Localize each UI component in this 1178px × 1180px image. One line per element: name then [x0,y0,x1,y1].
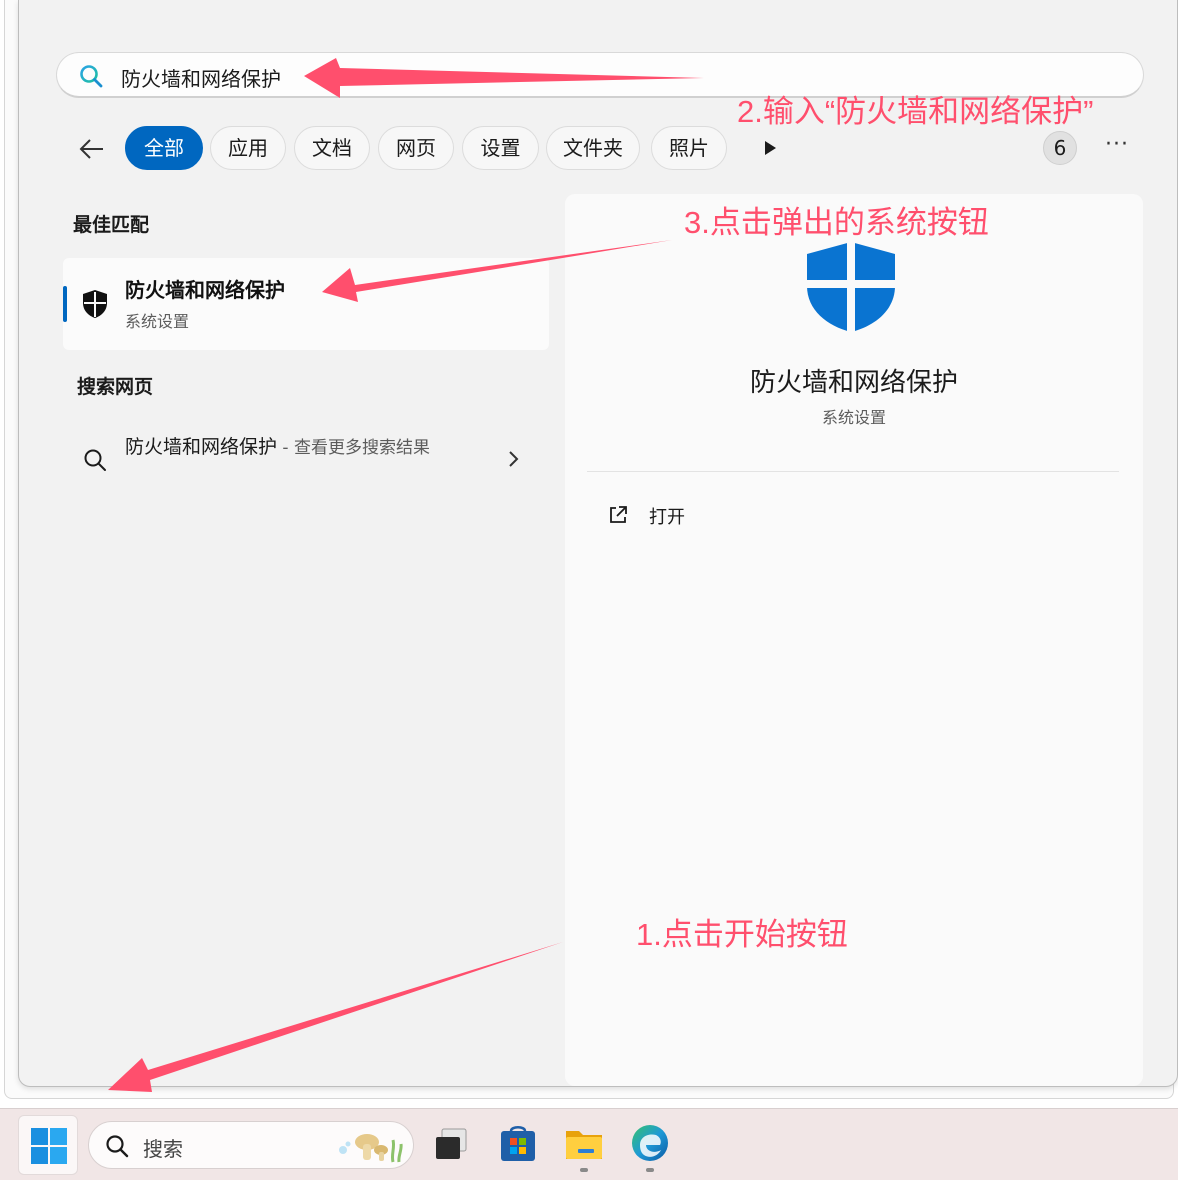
step-3-annotation: 3.点击弹出的系统按钮 [684,205,989,240]
file-explorer-icon[interactable] [564,1123,604,1163]
step-2-annotation: 2.输入“防火墙和网络保护” [737,94,1094,129]
taskbar-search-placeholder: 搜索 [143,1137,183,1161]
start-button[interactable] [18,1115,78,1175]
edge-running-indicator [646,1168,654,1172]
search-highlight-mushroom-icon [339,1134,403,1163]
microsoft-store-icon[interactable] [498,1123,538,1163]
arrow-to-search-box [304,58,704,98]
search-icon [106,1135,129,1158]
edge-browser-icon[interactable] [630,1123,670,1163]
task-view-icon[interactable] [432,1123,472,1163]
arrow-to-start-button [108,942,563,1092]
taskbar-search-box[interactable]: 搜索 [88,1121,414,1169]
explorer-running-indicator [580,1168,588,1172]
windows-logo-icon [31,1128,67,1164]
arrow-to-best-match [322,240,672,302]
annotation-arrows [108,58,704,1092]
step-1-annotation: 1.点击开始按钮 [636,917,848,952]
taskbar: 搜索 [0,1108,1178,1180]
